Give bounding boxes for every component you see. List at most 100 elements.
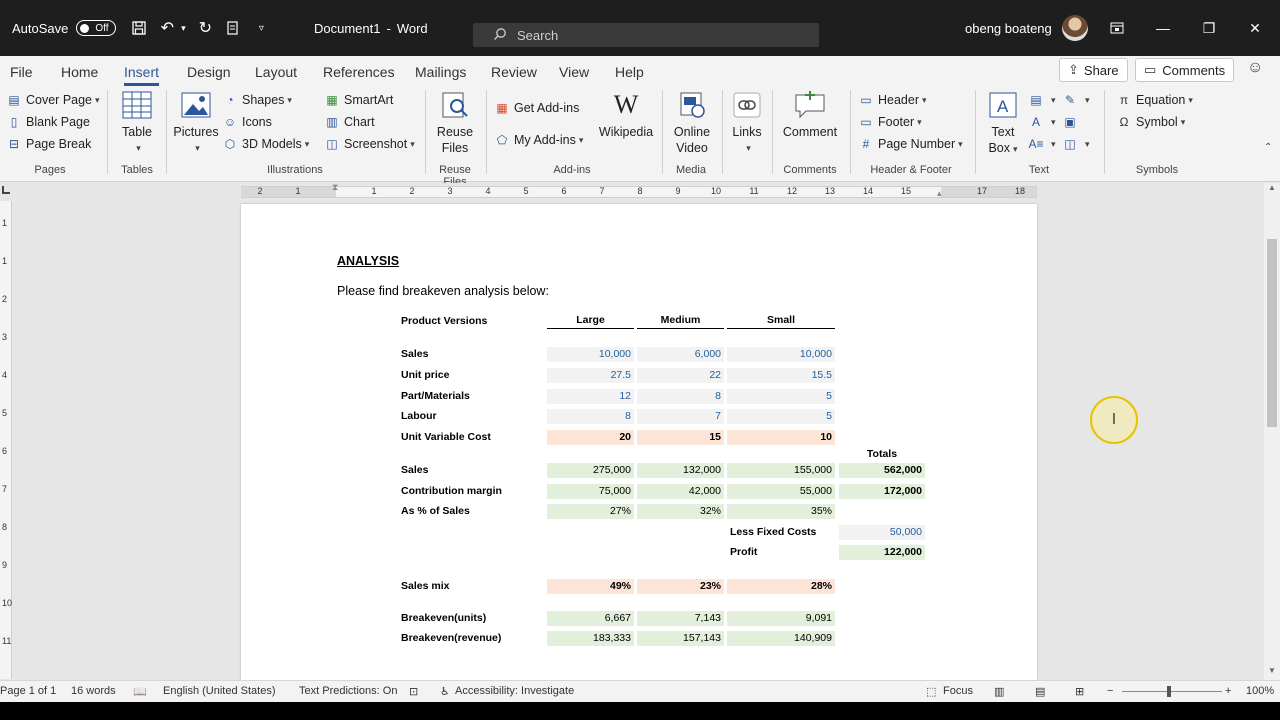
equation-button[interactable]: π Equation ▾ xyxy=(1116,92,1193,108)
footer-button[interactable]: ▭ Footer ▾ xyxy=(858,114,921,130)
cell-sales-units-large[interactable]: 10,000 xyxy=(547,347,634,362)
autosave-toggle[interactable]: Off xyxy=(76,20,117,36)
scroll-up-icon[interactable]: ▲ xyxy=(1264,183,1280,197)
quick-parts-button[interactable]: ▤ ▾ xyxy=(1028,92,1055,108)
cell-uvc-small[interactable]: 10 xyxy=(727,430,835,445)
cell-be-rev-medium[interactable]: 157,143 xyxy=(637,631,724,646)
cell-be-rev-large[interactable]: 183,333 xyxy=(547,631,634,646)
tab-design[interactable]: Design xyxy=(187,61,231,83)
indent-marker-icon[interactable]: ⧗ xyxy=(332,182,338,193)
icons-button[interactable]: ☺ Icons xyxy=(222,114,272,130)
zoom-in-icon[interactable]: + xyxy=(1225,685,1231,697)
cell-labour-large[interactable]: 8 xyxy=(547,409,634,424)
tab-view[interactable]: View xyxy=(559,61,589,83)
cell-pct-large[interactable]: 27% xyxy=(547,504,634,519)
tab-mailings[interactable]: Mailings xyxy=(415,61,466,83)
cell-pct-small[interactable]: 35% xyxy=(727,504,835,519)
minimize-icon[interactable]: — xyxy=(1140,0,1186,56)
cell-profit[interactable]: 122,000 xyxy=(839,545,925,560)
cell-sales-units-small[interactable]: 10,000 xyxy=(727,347,835,362)
cell-cm-medium[interactable]: 42,000 xyxy=(637,484,724,499)
status-zoom[interactable]: 100% xyxy=(1246,685,1274,697)
cell-fixed-costs[interactable]: 50,000 xyxy=(839,525,925,540)
reuse-files-button[interactable]: Reuse Files xyxy=(432,90,478,156)
cell-cm-small[interactable]: 55,000 xyxy=(727,484,835,499)
tab-review[interactable]: Review xyxy=(491,61,537,83)
tab-layout[interactable]: Layout xyxy=(255,61,297,83)
3d-models-button[interactable]: ⬡ 3D Models ▾ xyxy=(222,136,310,152)
text-box-button[interactable]: A Text Box ▾ xyxy=(982,90,1024,157)
cell-be-units-small[interactable]: 9,091 xyxy=(727,611,835,626)
search-box[interactable]: Search xyxy=(473,23,819,47)
scroll-thumb[interactable] xyxy=(1267,239,1277,427)
date-time-button[interactable]: ▣ xyxy=(1062,114,1082,130)
status-predictions[interactable]: Text Predictions: On xyxy=(299,685,397,697)
cell-materials-small[interactable]: 5 xyxy=(727,389,835,404)
customize-qat-icon[interactable]: ▿ xyxy=(250,17,272,39)
cell-sales-revenue-total[interactable]: 562,000 xyxy=(839,463,925,478)
my-addins-button[interactable]: ⬠ My Add-ins ▾ xyxy=(494,132,584,148)
cell-be-rev-small[interactable]: 140,909 xyxy=(727,631,835,646)
status-page[interactable]: Page 1 of 1 xyxy=(0,685,56,697)
object-button[interactable]: ◫ ▾ xyxy=(1062,136,1089,152)
tab-insert[interactable]: Insert xyxy=(124,61,160,86)
zoom-slider-thumb[interactable] xyxy=(1167,686,1171,697)
cell-unit-price-small[interactable]: 15.5 xyxy=(727,368,835,383)
cell-uvc-medium[interactable]: 15 xyxy=(637,430,724,445)
close-icon[interactable]: ✕ xyxy=(1232,0,1278,56)
vertical-ruler[interactable]: 1 1 2 3 4 5 6 7 8 9 10 11 xyxy=(0,201,12,679)
focus-icon[interactable]: ⬚ xyxy=(926,685,936,698)
new-comment-button[interactable]: Comment xyxy=(780,90,840,140)
tab-home[interactable]: Home xyxy=(61,61,98,83)
undo-dropdown-icon[interactable]: ▾ xyxy=(178,17,188,39)
pictures-button[interactable]: Pictures ▾ xyxy=(172,90,220,156)
proofing-icon[interactable]: 📖 xyxy=(133,685,147,698)
cell-unit-price-medium[interactable]: 22 xyxy=(637,368,724,383)
share-button[interactable]: ⇪ Share xyxy=(1059,58,1128,82)
get-addins-button[interactable]: ▦ Get Add-ins xyxy=(494,100,579,116)
user-area[interactable]: obeng boateng xyxy=(965,0,1088,56)
cell-sales-units-medium[interactable]: 6,000 xyxy=(637,347,724,362)
zoom-slider-track[interactable] xyxy=(1122,691,1222,692)
page-break-button[interactable]: ⊟ Page Break xyxy=(6,136,91,152)
status-words[interactable]: 16 words xyxy=(71,685,116,697)
cell-labour-small[interactable]: 5 xyxy=(727,409,835,424)
tab-file[interactable]: File xyxy=(10,61,33,83)
cell-be-units-medium[interactable]: 7,143 xyxy=(637,611,724,626)
shapes-button[interactable]: ◔ Shapes ▾ xyxy=(222,92,292,108)
cell-sales-revenue-medium[interactable]: 132,000 xyxy=(637,463,724,478)
vertical-scrollbar[interactable]: ▲ ▼ xyxy=(1264,183,1280,680)
cover-page-button[interactable]: ▤ Cover Page ▾ xyxy=(6,92,99,108)
web-layout-icon[interactable]: ⊞ xyxy=(1075,685,1084,698)
cell-sales-revenue-large[interactable]: 275,000 xyxy=(547,463,634,478)
cell-cm-large[interactable]: 75,000 xyxy=(547,484,634,499)
undo-icon[interactable]: ↶ xyxy=(156,17,178,39)
cell-materials-large[interactable]: 12 xyxy=(547,389,634,404)
cell-mix-large[interactable]: 49% xyxy=(547,579,634,594)
cell-mix-small[interactable]: 28% xyxy=(727,579,835,594)
cell-materials-medium[interactable]: 8 xyxy=(637,389,724,404)
zoom-out-icon[interactable]: − xyxy=(1107,685,1113,697)
read-mode-icon[interactable]: ▥ xyxy=(994,685,1004,698)
tab-references[interactable]: References xyxy=(323,61,395,83)
wikipedia-button[interactable]: W Wikipedia xyxy=(596,90,656,140)
collapse-ribbon-icon[interactable]: ⌃ xyxy=(1264,142,1272,153)
touch-mode-icon[interactable] xyxy=(222,17,244,39)
cell-be-units-large[interactable]: 6,667 xyxy=(547,611,634,626)
macro-record-icon[interactable]: ⊡ xyxy=(409,685,418,698)
scroll-down-icon[interactable]: ▼ xyxy=(1264,666,1280,680)
cell-pct-medium[interactable]: 32% xyxy=(637,504,724,519)
chart-button[interactable]: ▥ Chart xyxy=(324,114,374,130)
status-accessibility[interactable]: Accessibility: Investigate xyxy=(455,685,574,697)
comments-button[interactable]: ▭ Comments xyxy=(1135,58,1235,82)
tab-help[interactable]: Help xyxy=(615,61,644,83)
page-number-button[interactable]: # Page Number ▾ xyxy=(858,136,963,152)
redo-icon[interactable]: ↻ xyxy=(194,17,216,39)
right-indent-marker-icon[interactable]: ▴ xyxy=(937,188,942,199)
smartart-button[interactable]: ▦ SmartArt xyxy=(324,92,393,108)
ribbon-display-icon[interactable] xyxy=(1094,0,1140,56)
status-language[interactable]: English (United States) xyxy=(163,685,276,697)
cell-cm-total[interactable]: 172,000 xyxy=(839,484,925,499)
smiley-icon[interactable]: ☺ xyxy=(1247,59,1263,77)
table-button[interactable]: Table ▾ xyxy=(116,90,158,156)
